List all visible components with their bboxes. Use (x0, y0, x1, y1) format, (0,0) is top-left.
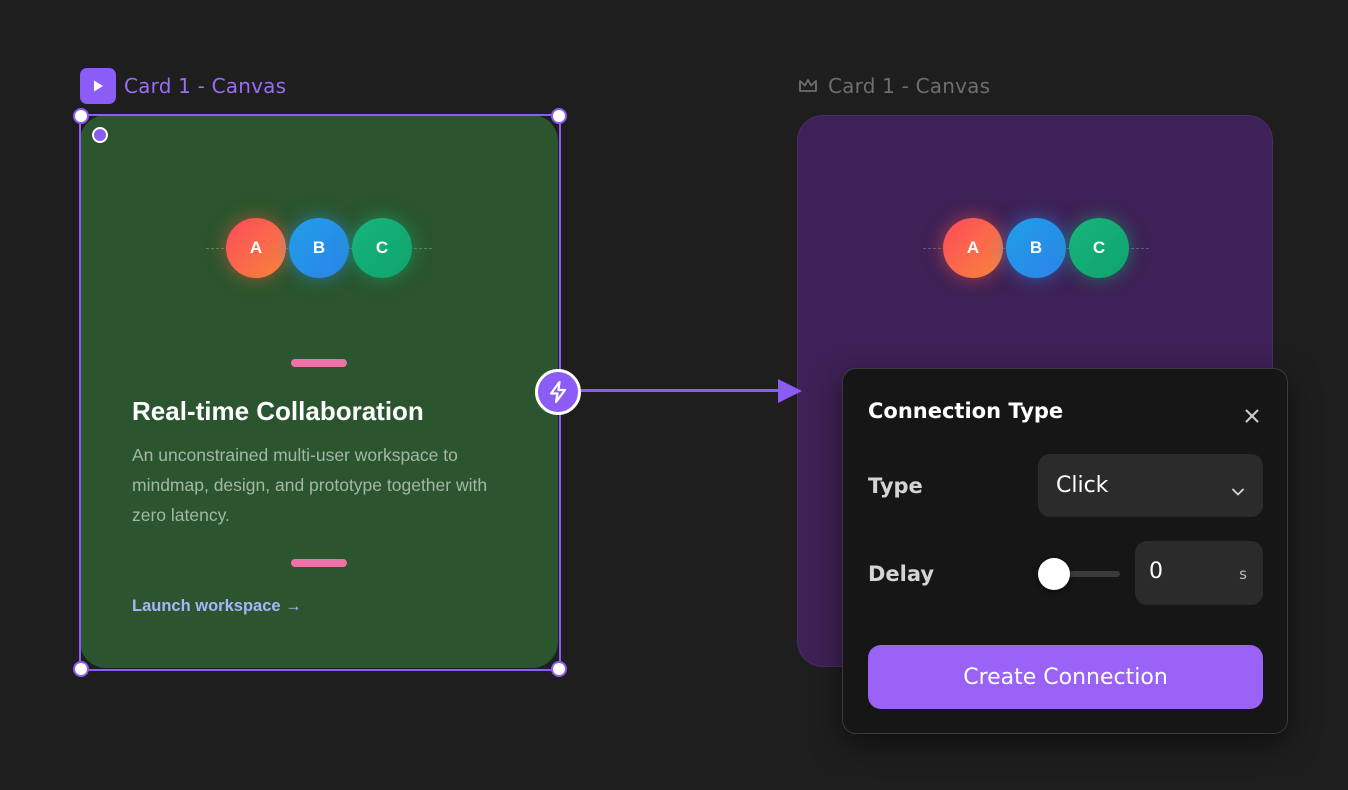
target-avatar-group: A B C (923, 218, 1149, 278)
connection-type-dialog: Connection Type Type Click Delay 0 s Cre… (842, 368, 1288, 734)
left-frame-label[interactable]: Card 1 - Canvas (80, 68, 286, 104)
delay-slider[interactable] (1038, 542, 1120, 604)
left-frame-title: Card 1 - Canvas (124, 74, 287, 98)
resize-handle-top-right[interactable] (551, 108, 567, 124)
avatar-b: B (289, 218, 349, 278)
connection-node[interactable] (535, 369, 581, 415)
source-card[interactable] (80, 115, 558, 668)
launch-workspace-link[interactable]: Launch workspace → (132, 597, 302, 616)
avatar-c: C (1069, 218, 1129, 278)
right-frame-label[interactable]: Card 1 - Canvas (798, 74, 990, 98)
delay-unit: s (1239, 565, 1247, 583)
resize-handle-bottom-left[interactable] (73, 661, 89, 677)
close-button[interactable] (1241, 405, 1263, 427)
delay-label: Delay (868, 562, 935, 586)
type-label: Type (868, 474, 923, 498)
type-select-value: Click (1056, 473, 1109, 498)
avatar-b: B (1006, 218, 1066, 278)
arrow-head-icon (778, 379, 802, 403)
avatar-c: C (352, 218, 412, 278)
source-avatar-group: A B C (206, 218, 432, 278)
card-title: Real-time Collaboration (132, 396, 424, 426)
delay-value: 0 (1149, 559, 1163, 584)
delay-slider-thumb[interactable] (1038, 558, 1070, 590)
resize-handle-top-left[interactable] (73, 108, 89, 124)
card-description: An unconstrained multi-user workspace to… (132, 445, 488, 525)
type-select[interactable]: Click (1038, 454, 1263, 517)
accent-bar-top (291, 359, 347, 367)
avatar-a: A (943, 218, 1003, 278)
connection-line (581, 389, 781, 392)
right-frame-title: Card 1 - Canvas (828, 74, 991, 98)
resize-handle-bottom-right[interactable] (551, 661, 567, 677)
crown-icon (798, 77, 818, 95)
dialog-title: Connection Type (868, 399, 1064, 423)
lightning-icon (549, 381, 567, 403)
chevron-down-icon (1231, 478, 1245, 503)
avatar-a: A (226, 218, 286, 278)
pin-dot[interactable] (92, 127, 108, 143)
delay-input[interactable]: 0 s (1135, 541, 1263, 605)
play-icon[interactable] (80, 68, 116, 104)
accent-bar-bottom (291, 559, 347, 567)
create-connection-button[interactable]: Create Connection (868, 645, 1263, 709)
close-icon[interactable] (1245, 409, 1259, 423)
